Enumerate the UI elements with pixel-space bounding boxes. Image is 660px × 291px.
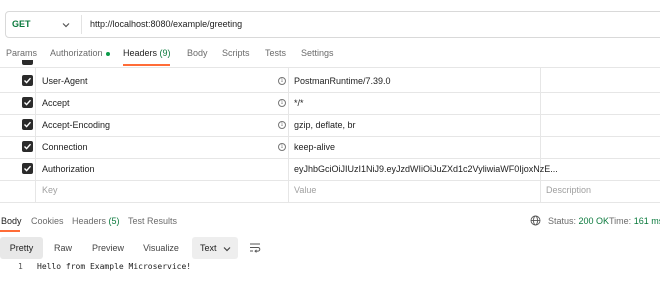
- header-checkbox[interactable]: [22, 75, 33, 86]
- status-label: Status:: [548, 216, 577, 226]
- info-icon[interactable]: i: [278, 99, 286, 107]
- response-tab-cookies-label: Cookies: [31, 216, 64, 226]
- response-tab-test-results-label: Test Results: [128, 216, 178, 226]
- table-divider: [0, 180, 660, 181]
- time-value: 161 ms: [633, 216, 660, 226]
- check-icon: [24, 165, 32, 172]
- table-row: User-Agent i PostmanRuntime/7.39.0: [0, 70, 660, 92]
- header-value[interactable]: gzip, deflate, br: [294, 120, 356, 130]
- tab-authorization[interactable]: Authorization: [50, 48, 110, 58]
- tab-tests[interactable]: Tests: [265, 48, 286, 58]
- header-checkbox[interactable]: [22, 141, 33, 152]
- response-tab-body[interactable]: Body: [1, 216, 22, 226]
- line-number: 1: [18, 262, 23, 271]
- active-tab-indicator: [123, 64, 170, 66]
- divider: [81, 15, 82, 34]
- header-checkbox[interactable]: [22, 163, 33, 174]
- tab-settings[interactable]: Settings: [301, 48, 334, 58]
- tab-params-label: Params: [6, 48, 38, 58]
- active-response-tab-indicator: [0, 230, 20, 232]
- info-icon[interactable]: i: [278, 143, 286, 151]
- table-row: Authorization eyJhbGciOiJIUzI1NiJ9.eyJzd…: [0, 158, 660, 180]
- chevron-down-icon: [223, 237, 231, 259]
- response-tab-body-label: Body: [1, 216, 22, 226]
- header-key[interactable]: Connection: [42, 142, 88, 152]
- tab-tests-label: Tests: [265, 48, 287, 58]
- tab-settings-label: Settings: [301, 48, 334, 58]
- tab-authorization-label: Authorization: [50, 48, 103, 58]
- header-key[interactable]: User-Agent: [42, 76, 88, 86]
- tab-headers[interactable]: Headers (9): [123, 48, 171, 58]
- header-value[interactable]: eyJhbGciOiJIUzI1NiJ9.eyJzdWIiOiJuZXd1c2V…: [294, 164, 558, 174]
- header-checkbox[interactable]: [22, 119, 33, 130]
- header-value[interactable]: keep-alive: [294, 142, 335, 152]
- check-icon: [24, 143, 32, 150]
- response-headers-count: (5): [108, 216, 120, 226]
- table-divider: [0, 202, 660, 203]
- view-visualize-button[interactable]: Visualize: [137, 237, 185, 259]
- view-preview-button[interactable]: Preview: [86, 237, 130, 259]
- tab-body-label: Body: [187, 48, 208, 58]
- view-raw-button[interactable]: Raw: [46, 237, 80, 259]
- format-value: Text: [200, 243, 217, 253]
- header-checkbox[interactable]: [22, 97, 33, 108]
- time-label: Time:: [609, 216, 632, 226]
- header-key[interactable]: Authorization: [42, 164, 95, 174]
- description-placeholder[interactable]: Description: [546, 185, 591, 195]
- tab-body[interactable]: Body: [187, 48, 208, 58]
- tab-headers-label: Headers: [123, 48, 158, 58]
- info-icon[interactable]: i: [278, 77, 286, 85]
- response-time[interactable]: Time: 161 ms: [609, 216, 660, 226]
- response-tab-headers[interactable]: Headers (5): [72, 216, 120, 226]
- globe-icon[interactable]: [530, 215, 541, 228]
- table-row: Accept-Encoding i gzip, deflate, br: [0, 114, 660, 136]
- tab-params[interactable]: Params: [6, 48, 37, 58]
- response-status[interactable]: Status: 200 OK: [548, 216, 609, 226]
- tab-scripts-label: Scripts: [222, 48, 250, 58]
- format-dropdown[interactable]: Text: [192, 237, 238, 259]
- table-row: Connection i keep-alive: [0, 136, 660, 158]
- url-input[interactable]: http://localhost:8080/example/greeting: [90, 12, 242, 37]
- table-row: Accept i */*: [0, 92, 660, 114]
- header-checkbox-partial[interactable]: [22, 60, 33, 65]
- tab-scripts[interactable]: Scripts: [222, 48, 250, 58]
- info-icon[interactable]: i: [278, 121, 286, 129]
- header-key[interactable]: Accept-Encoding: [42, 120, 110, 130]
- check-icon: [24, 77, 32, 84]
- tab-headers-count: (9): [159, 48, 171, 58]
- key-placeholder[interactable]: Key: [42, 185, 58, 195]
- header-key[interactable]: Accept: [42, 98, 70, 108]
- chevron-down-icon[interactable]: [62, 12, 70, 37]
- table-divider: [0, 67, 660, 68]
- url-bar[interactable]: GET http://localhost:8080/example/greeti…: [5, 11, 660, 38]
- status-value: 200 OK: [578, 216, 610, 226]
- method-selector[interactable]: GET: [12, 12, 31, 37]
- check-icon: [24, 121, 32, 128]
- response-tab-test-results[interactable]: Test Results: [128, 216, 177, 226]
- header-value[interactable]: */*: [294, 98, 304, 108]
- view-pretty-button[interactable]: Pretty: [0, 237, 43, 259]
- header-value[interactable]: PostmanRuntime/7.39.0: [294, 76, 391, 86]
- response-tab-cookies[interactable]: Cookies: [31, 216, 64, 226]
- check-icon: [24, 99, 32, 106]
- response-body-text[interactable]: Hello from Example Microservice!: [37, 262, 191, 271]
- wrap-lines-icon[interactable]: [249, 242, 261, 255]
- response-tab-headers-label: Headers: [72, 216, 107, 226]
- status-dot-icon: [105, 51, 110, 56]
- value-placeholder[interactable]: Value: [294, 185, 316, 195]
